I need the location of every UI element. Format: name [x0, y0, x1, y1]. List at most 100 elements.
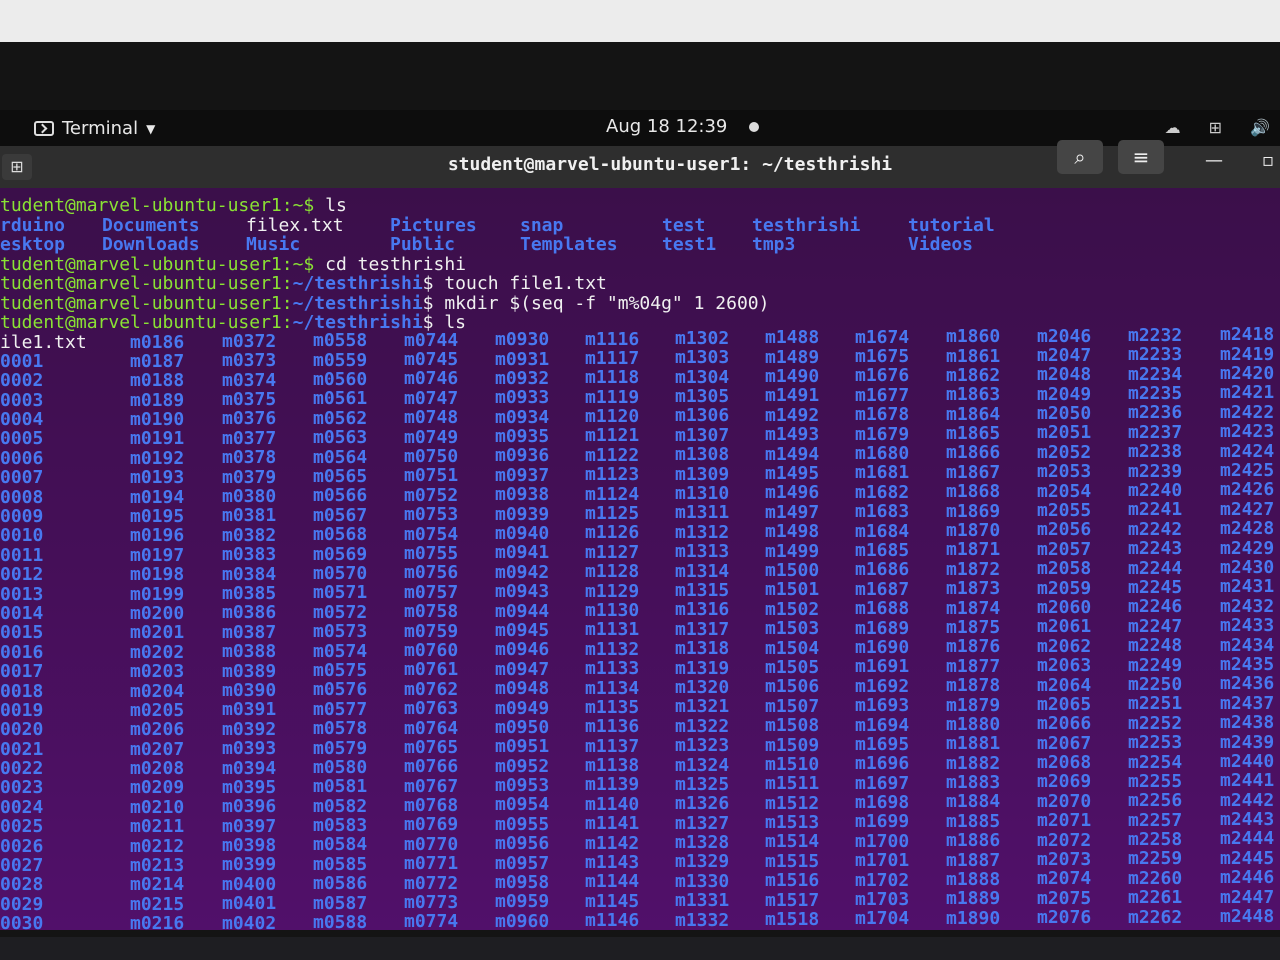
directory-entry: m1326 — [675, 793, 730, 815]
directory-entry: m0392 — [222, 718, 277, 740]
directory-entry: m0936 — [495, 445, 550, 467]
directory-entry: m0747 — [404, 387, 459, 409]
directory-entry: m2070 — [1037, 790, 1092, 812]
directory-entry: m0400 — [222, 873, 277, 895]
directory-entry: m1302 — [675, 327, 730, 349]
directory-entry: m1494 — [765, 443, 820, 465]
directory-entry: m0207 — [130, 738, 185, 760]
directory-entry: rduino — [0, 214, 66, 236]
directory-entry: m0958 — [495, 872, 550, 894]
directory-entry: m1514 — [765, 831, 820, 853]
directory-entry: m2059 — [1037, 577, 1092, 599]
search-button[interactable]: ⌕ — [1057, 140, 1103, 174]
directory-entry: tmp3 — [752, 234, 796, 255]
directory-entry: test1 — [662, 234, 717, 255]
directory-entry: m0759 — [404, 620, 459, 642]
directory-entry: m0374 — [222, 369, 277, 391]
directory-entry: m0757 — [404, 581, 459, 603]
directory-entry: m2252 — [1128, 712, 1183, 734]
directory-entry: m2431 — [1220, 576, 1275, 598]
directory-entry: m1317 — [675, 618, 730, 640]
directory-entry: m2051 — [1037, 422, 1092, 444]
directory-entry: m2067 — [1037, 732, 1092, 754]
directory-entry: m1699 — [855, 811, 910, 833]
directory-entry: m2256 — [1128, 790, 1183, 812]
directory-entry: m1133 — [585, 658, 640, 680]
menu-button[interactable]: ≡ — [1118, 140, 1164, 174]
directory-entry: m2428 — [1220, 518, 1275, 540]
directory-entry: m1861 — [946, 345, 1001, 367]
directory-entry: m0560 — [313, 369, 368, 391]
directory-entry: m0396 — [222, 796, 277, 818]
directory-entry: m1137 — [585, 735, 640, 757]
directory-entry: m1141 — [585, 813, 640, 835]
volume-icon: 🔊 — [1250, 118, 1270, 137]
directory-entry: m1877 — [946, 655, 1001, 677]
directory-entry: m2060 — [1037, 596, 1092, 618]
prompt-path: ~/testhrishi — [292, 292, 423, 314]
command-text: mkdir $(seq -f "m%04g" 1 2600) — [444, 292, 770, 314]
directory-entry: m2240 — [1128, 480, 1183, 502]
directory-entry: m0189 — [130, 389, 185, 411]
directory-entry: m1517 — [765, 889, 820, 911]
directory-entry: m1119 — [585, 386, 640, 408]
minimize-button[interactable]: — — [1205, 150, 1223, 171]
directory-entry: 0007 — [0, 467, 44, 489]
directory-entry: m1321 — [675, 696, 730, 718]
monitor-bottom-bezel — [0, 937, 1280, 960]
directory-entry: m1693 — [855, 695, 910, 717]
ls-column: m0186 m0187 m0188 m0189 m0190 m0191 m0192 m0193… — [130, 332, 185, 930]
directory-entry: m2241 — [1128, 499, 1183, 521]
directory-entry: m0953 — [495, 775, 550, 797]
directory-entry: m2063 — [1037, 655, 1092, 677]
directory-entry: m2061 — [1037, 616, 1092, 638]
directory-entry: m2430 — [1220, 557, 1275, 578]
prompt-line: tudent@marvel-ubuntu-user1:~$ ls — [0, 196, 1280, 216]
directory-entry: m0378 — [222, 447, 277, 469]
directory-entry: m0933 — [495, 387, 550, 409]
directory-entry: m0951 — [495, 736, 550, 758]
directory-entry: m1496 — [765, 482, 820, 504]
directory-entry: m1327 — [675, 812, 730, 834]
directory-entry: m1688 — [855, 598, 910, 620]
directory-entry: m0941 — [495, 542, 550, 564]
activities-app-menu[interactable]: Terminal ▼ — [34, 118, 155, 139]
directory-entry: m1875 — [946, 616, 1001, 638]
directory-entry: m0576 — [313, 679, 368, 701]
directory-entry: m1315 — [675, 579, 730, 601]
directory-entry: m0388 — [222, 641, 277, 663]
ls-column: m0558 m0559 m0560 m0561 m0562 m0563 m0564 m0565… — [313, 331, 367, 930]
directory-entry: m0756 — [404, 562, 459, 584]
directory-entry: m1308 — [675, 444, 730, 466]
directory-entry: m1678 — [855, 404, 910, 426]
directory-entry: m2429 — [1220, 537, 1275, 559]
directory-entry: m0563 — [313, 427, 368, 449]
terminal-output[interactable]: tudent@marvel-ubuntu-user1:~$ ls rduino D… — [0, 188, 1280, 930]
directory-entry: m1518 — [765, 909, 820, 930]
directory-entry: m0212 — [130, 835, 185, 857]
directory-entry: 0013 — [0, 583, 44, 605]
directory-entry: m0566 — [313, 485, 368, 507]
directory-entry: m1696 — [855, 753, 910, 775]
directory-entry: m0584 — [313, 834, 368, 856]
directory-entry: m1507 — [765, 695, 820, 717]
directory-entry: m2234 — [1128, 363, 1183, 385]
ls-output-row: rduino Documents filex.txt Pictures snap test… — [0, 214, 1280, 236]
directory-entry: m1703 — [855, 889, 910, 911]
directory-entry: m2232 — [1128, 324, 1183, 346]
directory-entry: m2447 — [1220, 886, 1275, 908]
clock[interactable]: Aug 18 12:39 — [606, 116, 760, 137]
directory-entry: m2053 — [1037, 461, 1092, 483]
directory-entry: m2236 — [1128, 402, 1183, 424]
directory-entry: m1863 — [946, 384, 1001, 406]
directory-entry: m1490 — [765, 366, 820, 388]
maximize-button[interactable]: ▫ — [1262, 150, 1274, 171]
directory-entry: m0377 — [222, 427, 277, 449]
directory-entry: m1686 — [855, 559, 910, 581]
system-tray[interactable]: ☁ ⊞ 🔊 — [1165, 118, 1270, 137]
directory-entry: m2068 — [1037, 752, 1092, 774]
directory-entry: m0574 — [313, 640, 368, 662]
directory-entry: Music — [246, 234, 301, 255]
directory-entry: m2257 — [1128, 809, 1183, 831]
directory-entry: m2233 — [1128, 344, 1183, 366]
